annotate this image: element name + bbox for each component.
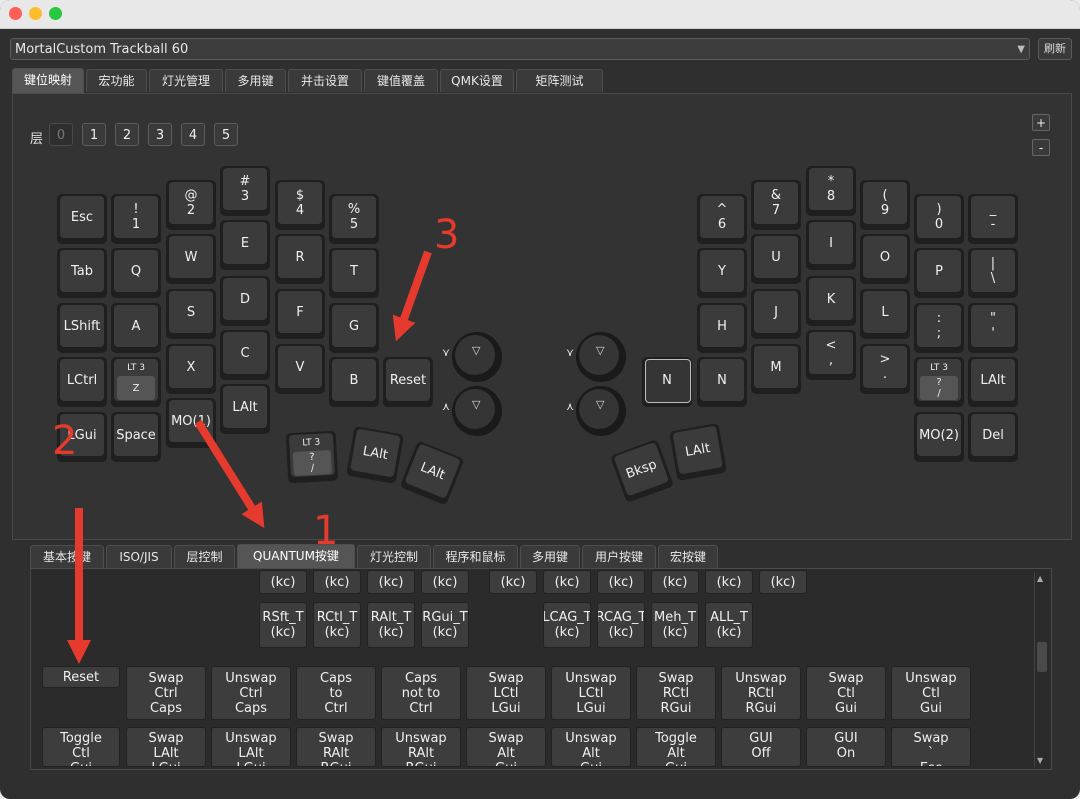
arrow-to-quantum-tab — [194, 419, 265, 529]
arrow-to-reset-key — [392, 250, 432, 342]
annotation-3: 3 — [434, 212, 460, 258]
app-window: MortalCustom Trackball 60 ▼ 刷新 键位映射 宏功能 … — [0, 0, 1080, 799]
annotation-1: 1 — [313, 508, 339, 554]
annotation-2: 2 — [52, 418, 78, 464]
annotation-arrows — [67, 250, 432, 664]
